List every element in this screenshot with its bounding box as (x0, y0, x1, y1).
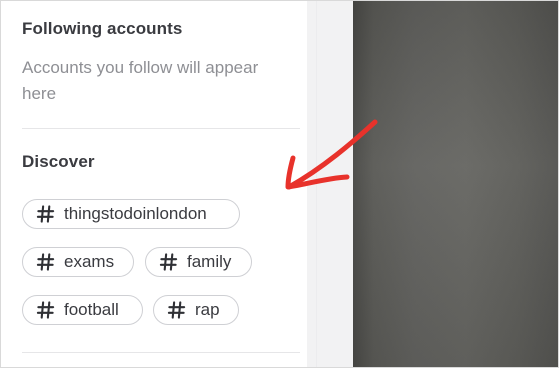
discover-tag-label: rap (195, 300, 220, 319)
discover-tag-exams[interactable]: exams (22, 247, 134, 277)
discover-tag-thingstodoinlondon[interactable]: thingstodoinlondon (22, 199, 240, 229)
discover-tag-football[interactable]: football (22, 295, 143, 325)
discover-tag-family[interactable]: family (145, 247, 252, 277)
scroll-gutter (307, 1, 353, 367)
hashtag-icon (167, 301, 186, 319)
hashtag-icon (159, 253, 178, 271)
hashtag-icon (36, 253, 55, 271)
sidebar: Following accounts Accounts you follow w… (1, 1, 307, 367)
following-accounts-empty-message: Accounts you follow will appear here (22, 58, 259, 103)
discover-tag-rap[interactable]: rap (153, 295, 239, 325)
discover-tag-label: thingstodoinlondon (64, 204, 207, 223)
hashtag-icon (36, 301, 55, 319)
discover-tag-label: football (64, 300, 119, 319)
video-feed-area[interactable] (353, 1, 558, 367)
app-frame: Following accounts Accounts you follow w… (0, 0, 559, 368)
hashtag-icon (36, 205, 55, 223)
gutter-edge (316, 1, 317, 367)
discover-tag-label: family (187, 252, 232, 271)
section-divider (22, 128, 300, 129)
discover-tag-label: exams (64, 252, 115, 271)
following-accounts-heading: Following accounts (22, 19, 183, 38)
section-divider (22, 352, 300, 353)
discover-heading: Discover (22, 152, 95, 171)
